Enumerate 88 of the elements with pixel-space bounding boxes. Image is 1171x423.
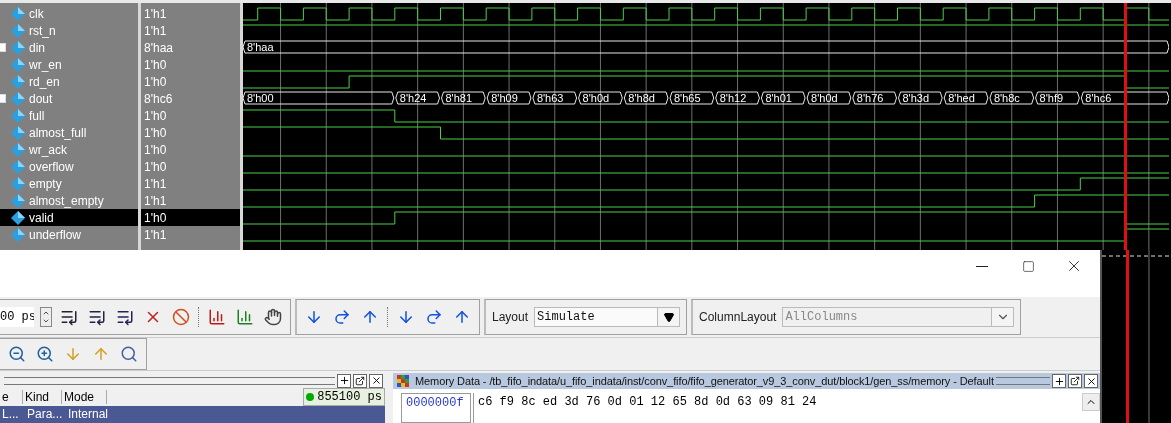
bus-segment: 8'h24 [395,91,440,105]
signal-value-row[interactable]: 8'hc6 [141,90,240,107]
signal-value: 1'h1 [144,227,167,242]
bus-segment: 8'h0d [578,91,623,105]
signal-name-row[interactable]: empty [0,175,138,192]
signal-name: underflow [29,227,82,242]
signal-name: dout [29,91,53,106]
signal-value: 1'h0 [144,125,167,140]
signal-value-row[interactable]: 1'h1 [141,5,240,22]
signal-value: 8'haa [144,40,173,55]
bus-segment: 8'hed [943,91,989,105]
bus-segment: 8'h01 [760,91,806,105]
signal-value: 1'h0 [144,142,167,157]
bus-segment: 8'h12 [715,91,760,105]
memory-data: c6 f9 8c ed 3d 76 0d 01 12 65 8d 0d 63 09 81 24 [473,393,1080,423]
bus-segment: 8'h81 [441,91,486,105]
signal-value-row[interactable]: 8'haa [141,39,240,56]
time-value: 855100 ps [317,390,382,405]
signal-value-row[interactable]: 1'h0 [141,56,240,73]
bus-segment: 8'h09 [486,91,532,105]
signal-name: wr_en [29,57,62,72]
memory-address: 0000000f [401,393,471,423]
signal-value-row[interactable]: 1'h0 [141,158,240,175]
bus-segment: 8'h00 [243,91,395,105]
signal-value: 1'h0 [144,159,167,174]
panel-title: Memory Data - /tb_fifo_indata/u_fifo_indata/inst/conv_fifo/fifo_generator_v9_3_conv_dut/block1/gen_ss/memory - Default [415,375,994,387]
table-cell-text: Para... [26,407,64,422]
column-layout-label: ColumnLayout [699,310,777,324]
signal-value: 1'h1 [144,6,167,21]
column-header[interactable]: e [0,390,23,405]
bus-segment: 8'hc6 [1080,91,1169,105]
signal-name: almost_empty [29,193,104,208]
layout-label: Layout [492,310,529,324]
signal-value-row[interactable]: 1'h0 [141,141,240,158]
table-cell-text: L... [1,407,20,422]
signal-value-row[interactable]: 1'h0 [141,209,240,226]
signal-name: rst_n [29,23,56,38]
signal-name-row[interactable]: din [0,39,138,56]
bus-segment: 8'hf9 [1035,91,1080,105]
bus-segment: 8'h8c [989,91,1035,105]
bus-segment: 8'h0d [806,91,852,105]
signal-value-row[interactable]: 1'h1 [141,226,240,243]
signal-value: 1'h1 [144,193,167,208]
signal-name-row[interactable]: almost_full [0,124,138,141]
signal-name-row[interactable]: underflow [0,226,138,243]
signal-name: clk [29,6,44,21]
signal-name-row[interactable]: almost_empty [0,192,138,209]
signal-name: din [29,40,45,55]
signal-name-row[interactable]: valid [0,209,138,226]
bus-segment: 8'h65 [669,91,715,105]
signal-value: 1'h0 [144,57,167,72]
signal-value-row[interactable]: 1'h0 [141,124,240,141]
signal-value: 1'h0 [144,74,167,89]
signal-name: valid [29,210,54,225]
signal-value: 1'h1 [144,176,167,191]
signal-value-row[interactable]: 1'h1 [141,192,240,209]
signal-value-row[interactable]: 1'h1 [141,175,240,192]
signal-value-row[interactable]: 1'h0 [141,73,240,90]
signal-name-row[interactable]: rd_en [0,73,138,90]
signal-name-row[interactable]: wr_ack [0,141,138,158]
signal-name-row[interactable]: overflow [0,158,138,175]
bus-segment: 8'h76 [852,91,897,105]
table-cell-text: Internal [67,407,110,422]
signal-name: full [29,108,45,123]
signal-name: almost_full [29,125,87,140]
signal-name: overflow [29,159,74,174]
signal-name: wr_ack [29,142,67,157]
signal-value-row[interactable]: 1'h1 [141,22,240,39]
signal-value: 1'h1 [144,23,167,38]
bus-segment: 8'h63 [532,91,578,105]
signal-name: empty [29,176,62,191]
time-control[interactable]: 855100 ps [303,388,385,407]
signal-name: rd_en [29,74,60,89]
column-header[interactable]: Mode [62,390,107,405]
signal-name-row[interactable]: dout [0,90,138,107]
signal-name-row[interactable]: rst_n [0,22,138,39]
column-header[interactable]: Kind [23,390,62,405]
bus-segment: 8'h3d [898,91,943,105]
signal-value: 1'h0 [144,210,167,225]
signal-value: 8'hc6 [144,91,173,106]
bus-segment: 8'haa [243,40,1169,54]
signal-value-row[interactable]: 1'h0 [141,107,240,124]
signal-name-row[interactable]: clk [0,5,138,22]
bus-segment: 8'h8d [623,91,669,105]
signal-name-row[interactable]: wr_en [0,56,138,73]
signal-name-row[interactable]: full [0,107,138,124]
signal-value: 1'h0 [144,108,167,123]
layout-field[interactable]: Simulate [534,307,659,327]
